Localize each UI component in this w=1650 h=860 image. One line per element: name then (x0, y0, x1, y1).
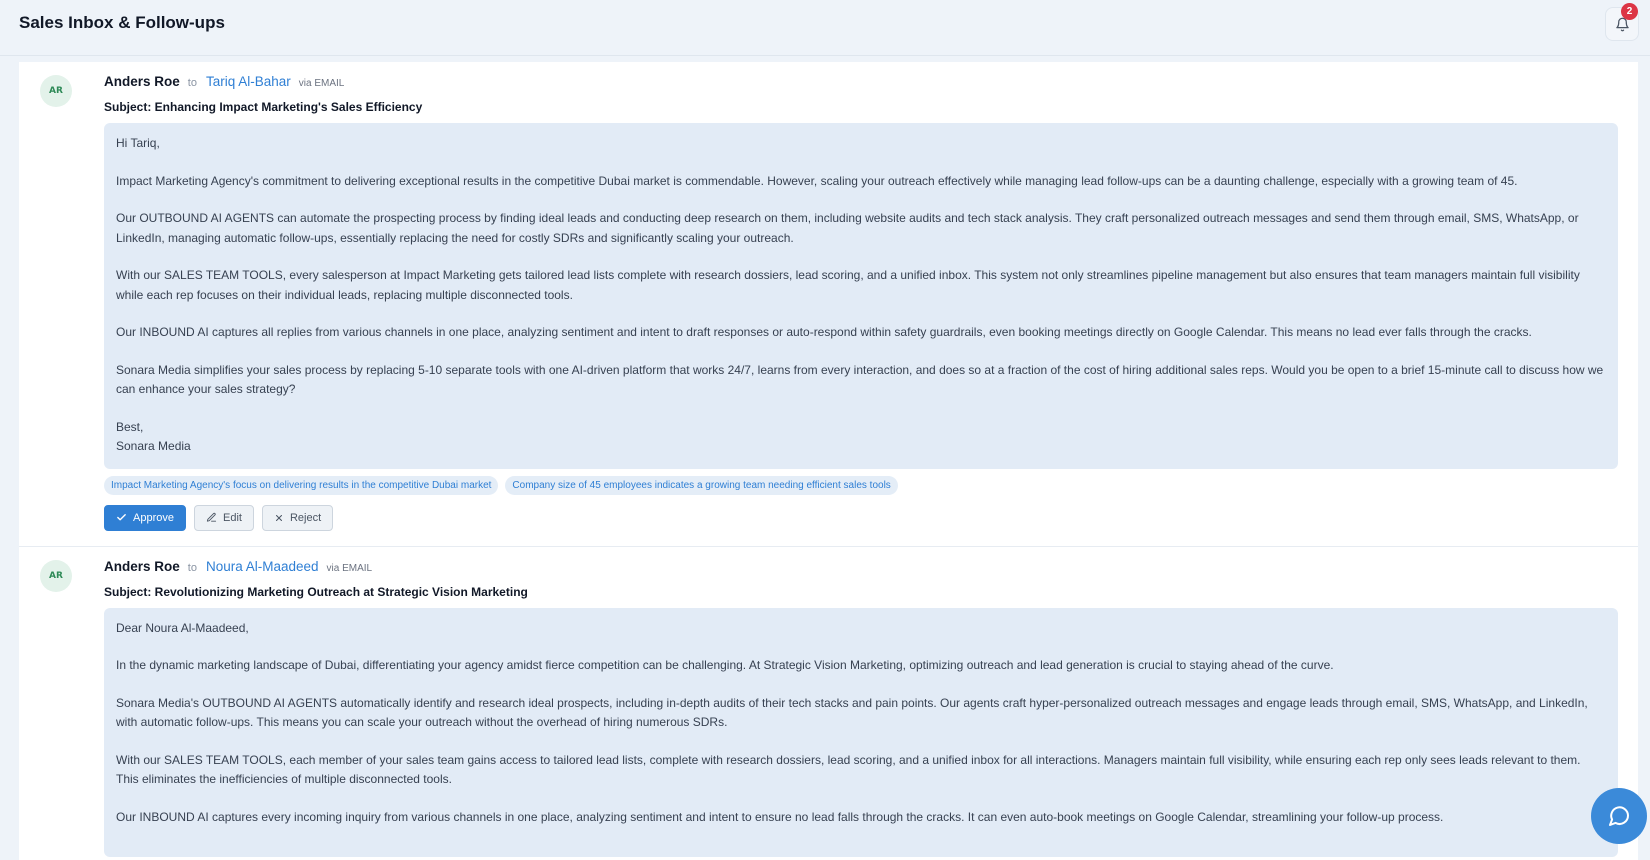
body-paragraph: In the dynamic marketing landscape of Du… (116, 658, 1334, 672)
message-actions: Approve Edit Reject (104, 504, 1618, 531)
body-paragraph: Our INBOUND AI captures all replies from… (116, 325, 1532, 339)
message-subject: Subject: Enhancing Impact Marketing's Sa… (104, 100, 423, 114)
reject-button[interactable]: Reject (261, 504, 334, 531)
message-card: AR Anders Roe to Noura Al-Maadeed via EM… (19, 547, 1638, 860)
body-paragraph: Dear Noura Al-Maadeed, (116, 620, 249, 635)
message-feed[interactable]: AR Anders Roe to Tariq Al-Bahar via EMAI… (19, 62, 1638, 860)
reject-label: Reject (289, 511, 322, 524)
message-body: Dear Noura Al-Maadeed, In the dynamic ma… (104, 607, 1618, 857)
edit-label: Edit (222, 511, 242, 524)
message-card: AR Anders Roe to Tariq Al-Bahar via EMAI… (19, 62, 1638, 547)
sender-name: Anders Roe (104, 558, 180, 574)
recipient-link[interactable]: Tariq Al-Bahar (206, 74, 291, 89)
edit-button[interactable]: Edit (193, 504, 254, 531)
pencil-icon (206, 512, 217, 522)
body-paragraph: Impact Marketing Agency's commitment to … (116, 173, 1518, 188)
close-icon (275, 514, 282, 521)
body-paragraph: Our INBOUND AI captures every incoming i… (116, 809, 1444, 824)
insight-tag: Impact Marketing Agency's focus on deliv… (104, 475, 499, 495)
approve-button[interactable]: Approve (104, 504, 186, 531)
body-paragraph: Our OUTBOUND AI AGENTS can automate the … (116, 211, 1579, 245)
avatar: AR (40, 559, 72, 592)
body-paragraph: With our SALES TEAM TOOLS, every salespe… (116, 268, 1580, 302)
notification-count-badge: 2 (1621, 3, 1638, 20)
recipient-link[interactable]: Noura Al-Maadeed (206, 559, 319, 574)
body-paragraph: Sonara Media simplifies your sales proce… (116, 362, 1604, 397)
approve-label: Approve (133, 511, 174, 524)
insight-tag: Company size of 45 employees indicates a… (505, 475, 898, 495)
message-subject: Subject: Revolutionizing Marketing Outre… (104, 584, 528, 599)
body-paragraph: With our SALES TEAM TOOLS, each member o… (116, 752, 1581, 787)
message-header: Anders Roe to Noura Al-Maadeed via EMAIL (104, 559, 1618, 583)
signature-line: Sonara Media (116, 439, 191, 453)
to-label: to (187, 77, 197, 89)
avatar: AR (40, 75, 72, 107)
to-label: to (187, 561, 197, 574)
channel-label: via EMAIL (298, 78, 345, 89)
chat-button[interactable] (1591, 788, 1647, 844)
page-title: Sales Inbox & Follow-ups (19, 13, 225, 32)
message-body: Hi Tariq, Impact Marketing Agency's comm… (104, 123, 1618, 469)
check-icon (117, 514, 126, 521)
channel-label: via EMAIL (326, 562, 373, 574)
sender-name: Anders Roe (104, 74, 180, 89)
body-paragraph: Hi Tariq, (116, 136, 160, 150)
top-bar: Sales Inbox & Follow-ups 2 (0, 0, 1650, 56)
insight-tags: Impact Marketing Agency's focus on deliv… (104, 475, 1618, 495)
body-paragraph: Sonara Media's OUTBOUND AI AGENTS automa… (116, 695, 1588, 730)
signoff-line: Best, (116, 419, 144, 434)
message-header: Anders Roe to Tariq Al-Bahar via EMAIL (104, 74, 1618, 98)
chat-bubble-icon (1609, 806, 1630, 826)
